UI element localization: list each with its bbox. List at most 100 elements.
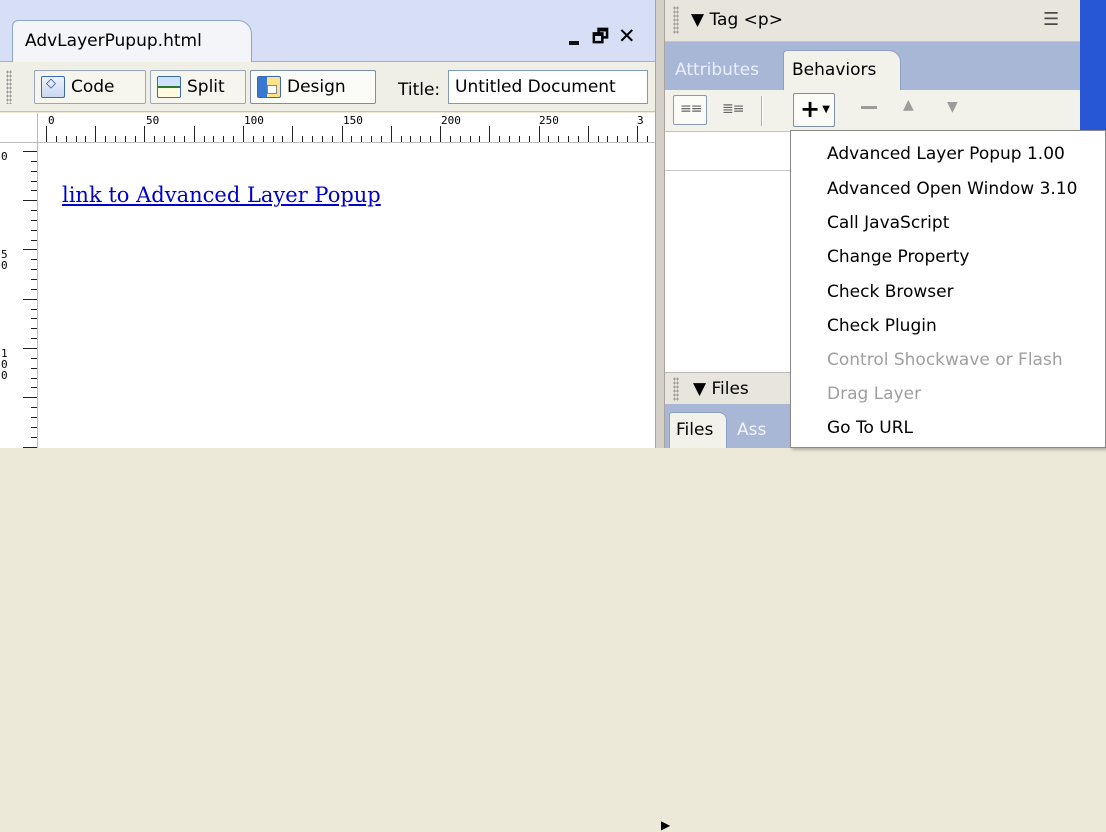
tab-attributes[interactable]: Attributes (675, 60, 759, 80)
ruler-tick (31, 338, 37, 339)
menu-item-change-property[interactable]: Change Property (827, 240, 969, 274)
ruler-tick (23, 249, 37, 250)
ruler-tick (23, 348, 37, 349)
menu-item-drag-layer: Drag Layer (827, 384, 922, 404)
ruler-tick (548, 136, 549, 142)
panel-grip[interactable] (673, 6, 679, 34)
ruler-tick (31, 240, 37, 241)
ruler-tick (31, 387, 37, 388)
move-up-icon[interactable]: ▲ (903, 97, 914, 113)
split-view-label: Split (187, 77, 225, 97)
tag-panel-title[interactable]: ▼ Tag <p> (691, 10, 783, 30)
behaviors-toolbar: ≡≡ ≣≡ + ▼ ▲ ▼ (665, 90, 1080, 132)
vertical-ruler: 0 5 0 1 0 0 (0, 143, 38, 448)
ruler-origin[interactable] (0, 113, 38, 143)
ruler-tick (223, 136, 224, 142)
list-all-icon: ≣≡ (722, 101, 744, 117)
panel-grip[interactable] (673, 377, 679, 401)
tag-panel-header[interactable]: ▼ Tag <p> ☰ (665, 0, 1080, 42)
tab-behaviors[interactable]: Behaviors (783, 50, 901, 91)
ruler-label: 250 (539, 114, 559, 127)
page-link[interactable]: link to Advanced Layer Popup (62, 183, 381, 207)
ruler-tick (450, 136, 451, 142)
ruler-tick (23, 151, 37, 152)
ruler-tick (31, 269, 37, 270)
minimize-icon[interactable] (566, 28, 584, 46)
ruler-tick (401, 136, 402, 142)
ruler-tick (322, 136, 323, 142)
ruler-tick (31, 210, 37, 211)
ruler-tick (568, 136, 569, 142)
expand-arrow-icon[interactable]: ▶ (661, 818, 670, 832)
ruler-tick (31, 417, 37, 418)
files-panel-header[interactable]: ▼ Files (665, 372, 795, 404)
plus-icon: + (800, 95, 821, 123)
tab-assets[interactable]: Ass (737, 420, 766, 440)
code-view-icon (41, 76, 65, 98)
design-canvas[interactable]: link to Advanced Layer Popup (38, 143, 655, 448)
ruler-tick (31, 230, 37, 231)
ruler-tick (31, 309, 37, 310)
ruler-tick (194, 126, 195, 142)
files-panel-title[interactable]: ▼ Files (693, 379, 749, 399)
ruler-tick (31, 328, 37, 329)
design-view-button[interactable]: Design (250, 70, 376, 104)
ruler-tick (529, 136, 530, 142)
split-view-button[interactable]: Split (150, 70, 246, 104)
show-set-events-button[interactable]: ≡≡ (673, 95, 707, 125)
ruler-tick (164, 136, 165, 142)
ruler-tick (440, 126, 441, 142)
menu-item-go-to-url[interactable]: Go To URL (827, 411, 913, 445)
ruler-tick (31, 171, 37, 172)
menu-item-check-plugin[interactable]: Check Plugin (827, 309, 937, 343)
ruler-tick (31, 259, 37, 260)
ruler-tick (253, 136, 254, 142)
ruler-tick (558, 136, 559, 142)
restore-icon[interactable]: 🗗 (592, 27, 609, 47)
ruler-tick (499, 136, 500, 142)
ruler-tick (243, 126, 244, 142)
ruler-tick (627, 136, 628, 142)
ruler-tick (647, 136, 648, 142)
add-behavior-menu: Advanced Layer Popup 1.00 Advanced Open … (790, 130, 1106, 448)
ruler-tick (31, 437, 37, 438)
dropdown-arrow-icon: ▼ (822, 104, 830, 115)
ruler-tick (371, 136, 372, 142)
ruler-tick (31, 407, 37, 408)
ruler-tick (76, 136, 77, 142)
ruler-tick (361, 136, 362, 142)
toolbar-divider (761, 96, 763, 126)
ruler-tick (115, 136, 116, 142)
close-icon[interactable]: ✕ (618, 25, 636, 47)
tag-panel-tabs: Attributes Behaviors (665, 42, 1080, 91)
ruler-tick (31, 190, 37, 191)
ruler-tick (332, 136, 333, 142)
ruler-tick (66, 136, 67, 142)
document-title-input[interactable]: Untitled Document (448, 70, 648, 104)
toolbar-grip[interactable] (6, 70, 12, 104)
move-down-icon[interactable]: ▼ (947, 99, 958, 115)
ruler-tick (489, 126, 490, 142)
code-view-button[interactable]: Code (34, 70, 146, 104)
ruler-tick (135, 136, 136, 142)
ruler-tick (95, 126, 96, 142)
menu-item-advanced-open-window[interactable]: Advanced Open Window 3.10 (827, 172, 1077, 206)
menu-item-check-browser[interactable]: Check Browser (827, 275, 954, 309)
ruler-tick (31, 318, 37, 319)
ruler-tick (381, 136, 382, 142)
tab-files[interactable]: Files (669, 412, 727, 448)
menu-item-advanced-layer-popup[interactable]: Advanced Layer Popup 1.00 (827, 137, 1065, 171)
remove-behavior-icon[interactable] (861, 106, 877, 109)
ruler-tick (31, 181, 37, 182)
design-view-icon (257, 76, 281, 98)
ruler-tick (292, 126, 293, 142)
add-behavior-button[interactable]: + ▼ (793, 93, 835, 127)
panel-options-icon[interactable]: ☰ (1043, 9, 1059, 30)
document-tab[interactable]: AdvLayerPupup.html (12, 20, 252, 63)
ruler-tick (607, 136, 608, 142)
show-all-events-button[interactable]: ≣≡ (715, 95, 749, 125)
panel-splitter[interactable] (655, 0, 665, 448)
ruler-tick (470, 136, 471, 142)
ruler-tick (184, 136, 185, 142)
menu-item-call-javascript[interactable]: Call JavaScript (827, 206, 949, 240)
